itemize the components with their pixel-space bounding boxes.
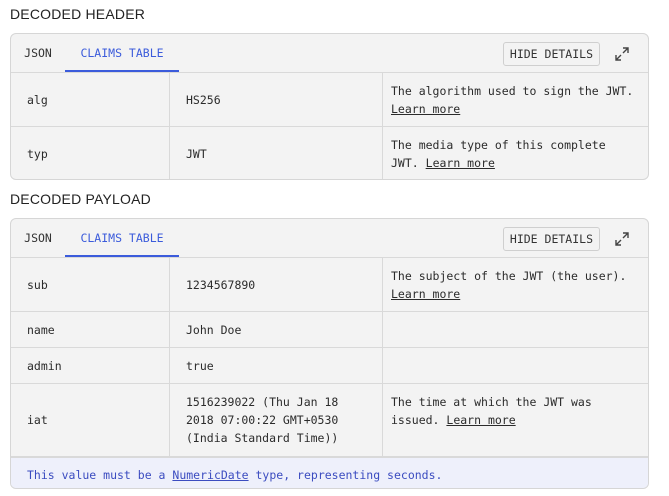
payload-tab-bar: JSON CLAIMS TABLE HIDE DETAILS	[11, 219, 648, 258]
learn-more-link[interactable]: Learn more	[426, 156, 495, 170]
numeric-date-link[interactable]: NumericDate	[172, 468, 248, 482]
table-row: name John Doe	[11, 312, 648, 348]
claim-description: The algorithm used to sign the JWT. Lear…	[383, 73, 648, 126]
note-suffix: type, representing seconds.	[248, 468, 443, 482]
table-row: alg HS256 The algorithm used to sign the…	[11, 73, 648, 127]
claim-name: alg	[11, 73, 170, 126]
description-text: The media type of this complete JWT.	[391, 137, 606, 170]
claim-name: admin	[11, 348, 170, 383]
hide-details-button[interactable]: HIDE DETAILS	[502, 227, 600, 251]
claim-description	[383, 312, 648, 347]
learn-more-link[interactable]: Learn more	[391, 287, 460, 301]
table-row: admin true	[11, 348, 648, 384]
tab-claims-table[interactable]: CLAIMS TABLE	[65, 219, 179, 257]
value-line: 2018 07:00:22 GMT+0530	[186, 413, 339, 427]
claim-name: name	[11, 312, 170, 347]
decoded-header-card: JSON CLAIMS TABLE HIDE DETAILS alg HS256…	[10, 33, 649, 180]
table-row: typ JWT The media type of this complete …	[11, 127, 648, 179]
expand-icon[interactable]	[614, 231, 630, 247]
claim-name: typ	[11, 127, 170, 179]
value-line: 1516239022 (Thu Jan 18	[186, 395, 339, 409]
hide-details-button[interactable]: HIDE DETAILS	[502, 42, 600, 66]
tab-json[interactable]: JSON	[11, 34, 65, 72]
tab-claims-table[interactable]: CLAIMS TABLE	[65, 34, 179, 72]
claim-description: The media type of this complete JWT. Lea…	[383, 127, 648, 179]
claim-value: HS256	[170, 73, 383, 126]
value-line: (India Standard Time))	[186, 431, 339, 445]
description-text: The algorithm used to sign the JWT.	[391, 83, 634, 98]
table-row: sub 1234567890 The subject of the JWT (t…	[11, 258, 648, 312]
expand-icon[interactable]	[614, 46, 630, 62]
learn-more-link[interactable]: Learn more	[446, 413, 515, 427]
description-text: The subject of the JWT (the user).	[391, 268, 627, 283]
tab-json[interactable]: JSON	[11, 219, 65, 257]
decoded-header-title: DECODED HEADER	[10, 6, 146, 22]
header-tab-bar: JSON CLAIMS TABLE HIDE DETAILS	[11, 34, 648, 73]
claim-value: true	[170, 348, 383, 383]
claim-name: iat	[11, 384, 170, 456]
note-prefix: This value must be a	[27, 468, 173, 482]
decoded-payload-card: JSON CLAIMS TABLE HIDE DETAILS sub 12345…	[10, 218, 649, 489]
claim-value: John Doe	[170, 312, 383, 347]
claim-name: sub	[11, 258, 170, 311]
claim-description	[383, 348, 648, 383]
claim-description: The subject of the JWT (the user). Learn…	[383, 258, 648, 311]
claim-value: 1516239022 (Thu Jan 18 2018 07:00:22 GMT…	[170, 384, 383, 456]
table-row: iat 1516239022 (Thu Jan 18 2018 07:00:22…	[11, 384, 648, 457]
learn-more-link[interactable]: Learn more	[391, 102, 460, 116]
decoded-payload-title: DECODED PAYLOAD	[10, 191, 151, 207]
numeric-date-note: This value must be a NumericDate type, r…	[11, 457, 648, 488]
claim-value: JWT	[170, 127, 383, 179]
claim-value: 1234567890	[170, 258, 383, 311]
claim-description: The time at which the JWT was issued. Le…	[383, 384, 648, 456]
